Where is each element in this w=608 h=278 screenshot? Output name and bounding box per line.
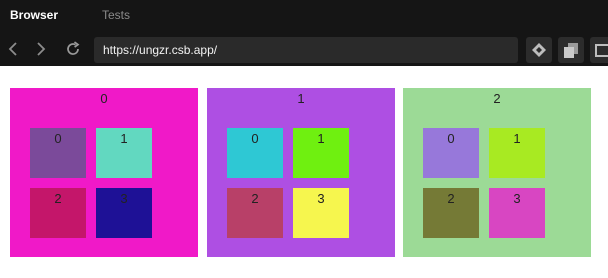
panel-1-box-0: 0 — [227, 128, 283, 178]
panel-2-box-3: 3 — [489, 188, 545, 238]
panel-label: 2 — [493, 91, 501, 106]
panel-2-box-0: 0 — [423, 128, 479, 178]
panel-label: 0 — [100, 91, 108, 106]
chevron-right-icon — [37, 42, 46, 56]
tab-browser[interactable]: Browser — [10, 7, 58, 23]
panel-1: 1 0 1 2 3 — [207, 88, 395, 257]
box-label: 0 — [251, 131, 259, 146]
panel-0-box-1: 1 — [96, 128, 152, 178]
box-label: 0 — [54, 131, 62, 146]
box-label: 0 — [447, 131, 455, 146]
tab-bar: Browser Tests — [0, 0, 608, 30]
devtools-icon — [532, 43, 546, 57]
copy-button[interactable] — [558, 37, 584, 63]
panel-0-box-0: 0 — [30, 128, 86, 178]
reload-icon — [67, 41, 80, 55]
panel-label: 1 — [297, 91, 305, 106]
box-label: 3 — [317, 191, 325, 206]
panel-2-box-1: 1 — [489, 128, 545, 178]
devtools-button[interactable] — [526, 37, 552, 63]
box-label: 3 — [513, 191, 521, 206]
box-label: 1 — [317, 131, 325, 146]
box-label: 2 — [251, 191, 259, 206]
copy-icon — [564, 43, 578, 58]
forward-button[interactable] — [32, 40, 50, 60]
navigation-bar: https://ungzr.csb.app/ — [0, 36, 608, 64]
panel-0-box-3: 3 — [96, 188, 152, 238]
box-label: 2 — [54, 191, 62, 206]
window-icon — [595, 44, 608, 57]
panel-1-box-2: 2 — [227, 188, 283, 238]
window-button[interactable] — [590, 37, 608, 63]
reload-button[interactable] — [64, 40, 82, 60]
browser-chrome: Browser Tests https://ungzr.csb.app/ — [0, 0, 608, 66]
panel-0: 0 0 1 2 3 — [10, 88, 198, 257]
panel-1-box-1: 1 — [293, 128, 349, 178]
box-label: 1 — [513, 131, 521, 146]
panel-0-box-2: 2 — [30, 188, 86, 238]
chevron-left-icon — [8, 42, 17, 56]
box-label: 2 — [447, 191, 455, 206]
address-bar[interactable]: https://ungzr.csb.app/ — [94, 37, 518, 63]
box-label: 3 — [120, 191, 128, 206]
panel-2: 2 0 1 2 3 — [403, 88, 591, 257]
box-label: 1 — [120, 131, 128, 146]
panel-2-box-2: 2 — [423, 188, 479, 238]
back-button[interactable] — [4, 40, 22, 60]
panel-1-box-3: 3 — [293, 188, 349, 238]
tab-tests[interactable]: Tests — [102, 7, 130, 23]
